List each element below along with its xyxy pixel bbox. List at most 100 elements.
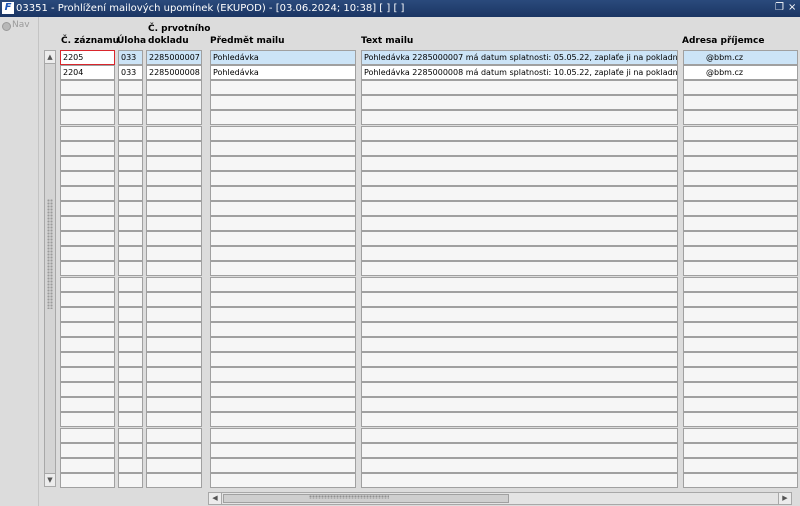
cell-subject[interactable] <box>210 141 356 156</box>
cell-task[interactable] <box>118 246 143 261</box>
cell-subject[interactable] <box>210 95 356 110</box>
cell-record-no[interactable] <box>60 141 115 156</box>
cell-subject[interactable] <box>210 201 356 216</box>
cell-task[interactable] <box>118 473 143 488</box>
cell-doc-no[interactable] <box>146 443 202 458</box>
cell-record-no[interactable] <box>60 352 115 367</box>
cell-subject[interactable] <box>210 292 356 307</box>
cell-record-no[interactable] <box>60 382 115 397</box>
cell-subject[interactable] <box>210 382 356 397</box>
cell-recipient[interactable] <box>683 443 798 458</box>
cell-task[interactable] <box>118 337 143 352</box>
cell-text[interactable] <box>361 307 678 322</box>
cell-record-no[interactable] <box>60 322 115 337</box>
cell-text[interactable] <box>361 397 678 412</box>
cell-record-no[interactable] <box>60 367 115 382</box>
cell-record-no[interactable] <box>60 307 115 322</box>
cell-task[interactable] <box>118 186 143 201</box>
cell-text[interactable] <box>361 337 678 352</box>
cell-text[interactable] <box>361 171 678 186</box>
cell-recipient[interactable] <box>683 141 798 156</box>
cell-doc-no[interactable] <box>146 201 202 216</box>
cell-task[interactable] <box>118 307 143 322</box>
cell-recipient[interactable] <box>683 261 798 276</box>
cell-subject[interactable] <box>210 246 356 261</box>
cell-task[interactable] <box>118 397 143 412</box>
cell-task[interactable] <box>118 231 143 246</box>
cell-subject[interactable] <box>210 261 356 276</box>
cell-recipient[interactable] <box>683 412 798 427</box>
cell-task[interactable] <box>118 171 143 186</box>
cell-subject[interactable] <box>210 186 356 201</box>
cell-recipient[interactable] <box>683 292 798 307</box>
cell-recipient[interactable] <box>683 231 798 246</box>
cell-record-no[interactable] <box>60 171 115 186</box>
cell-task[interactable] <box>118 367 143 382</box>
cell-recipient[interactable] <box>683 95 798 110</box>
cell-record-no[interactable] <box>60 458 115 473</box>
cell-record-no[interactable] <box>60 337 115 352</box>
cell-recipient[interactable] <box>683 156 798 171</box>
cell-doc-no[interactable] <box>146 277 202 292</box>
cell-task[interactable] <box>118 110 143 125</box>
scroll-left-icon[interactable]: ◀ <box>209 493 222 504</box>
cell-doc-no[interactable] <box>146 337 202 352</box>
cell-task[interactable] <box>118 201 143 216</box>
cell-record-no[interactable] <box>60 186 115 201</box>
cell-doc-no[interactable] <box>146 352 202 367</box>
cell-text[interactable] <box>361 292 678 307</box>
cell-subject[interactable] <box>210 397 356 412</box>
cell-doc-no[interactable]: 2285000008 <box>146 65 202 80</box>
scrollbar-grip[interactable] <box>47 199 53 309</box>
cell-record-no[interactable] <box>60 412 115 427</box>
cell-subject[interactable] <box>210 352 356 367</box>
cell-recipient[interactable] <box>683 186 798 201</box>
cell-recipient[interactable] <box>683 307 798 322</box>
cell-record-no[interactable] <box>60 397 115 412</box>
cell-task[interactable]: 033 <box>118 50 143 65</box>
cell-text[interactable]: Pohledávka 2285000008 má datum splatnost… <box>361 65 678 80</box>
cell-record-no[interactable] <box>60 201 115 216</box>
cell-task[interactable] <box>118 95 143 110</box>
cell-doc-no[interactable] <box>146 95 202 110</box>
cell-subject[interactable] <box>210 277 356 292</box>
cell-task[interactable] <box>118 80 143 95</box>
cell-text[interactable] <box>361 126 678 141</box>
cell-text[interactable] <box>361 201 678 216</box>
cell-recipient[interactable] <box>683 80 798 95</box>
vertical-scrollbar[interactable]: ▲ ▼ <box>44 50 56 487</box>
cell-task[interactable]: 033 <box>118 65 143 80</box>
cell-subject[interactable] <box>210 171 356 186</box>
cell-text[interactable] <box>361 277 678 292</box>
cell-subject[interactable] <box>210 458 356 473</box>
cell-record-no[interactable] <box>60 231 115 246</box>
cell-recipient[interactable] <box>683 110 798 125</box>
scroll-up-icon[interactable]: ▲ <box>45 51 55 64</box>
cell-doc-no[interactable] <box>146 171 202 186</box>
cell-text[interactable] <box>361 141 678 156</box>
cell-doc-no[interactable] <box>146 261 202 276</box>
cell-record-no[interactable]: 2205 <box>60 50 115 65</box>
cell-record-no[interactable] <box>60 95 115 110</box>
cell-record-no[interactable] <box>60 292 115 307</box>
cell-record-no[interactable] <box>60 428 115 443</box>
scroll-right-icon[interactable]: ▶ <box>778 493 791 504</box>
cell-doc-no[interactable] <box>146 80 202 95</box>
cell-record-no[interactable] <box>60 246 115 261</box>
cell-text[interactable] <box>361 95 678 110</box>
cell-subject[interactable] <box>210 473 356 488</box>
cell-text[interactable] <box>361 231 678 246</box>
cell-record-no[interactable] <box>60 126 115 141</box>
close-window-icon[interactable]: × <box>788 2 798 14</box>
cell-task[interactable] <box>118 216 143 231</box>
cell-recipient[interactable] <box>683 322 798 337</box>
cell-text[interactable] <box>361 428 678 443</box>
cell-task[interactable] <box>118 322 143 337</box>
cell-task[interactable] <box>118 126 143 141</box>
cell-recipient[interactable] <box>683 246 798 261</box>
cell-text[interactable] <box>361 322 678 337</box>
cell-subject[interactable] <box>210 307 356 322</box>
cell-subject[interactable] <box>210 110 356 125</box>
cell-task[interactable] <box>118 458 143 473</box>
cell-doc-no[interactable] <box>146 126 202 141</box>
